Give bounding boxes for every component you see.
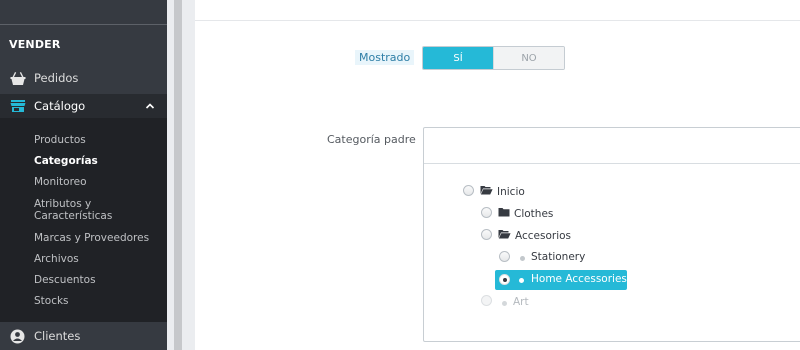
sidebar-item-label: Pedidos [34,71,79,85]
toggle-no-option[interactable]: NO [493,47,564,69]
submenu-item-categorias[interactable]: Categorías [34,155,98,167]
catalog-submenu: Productos Categorías Monitoreo Atributos… [0,118,167,322]
sidebar-item-clientes[interactable]: Clientes [0,324,167,348]
sidebar-item-catalogo[interactable]: Catálogo [0,94,167,118]
tree-node-label: Clothes [514,207,554,220]
tree-toolbar-divider [424,163,800,164]
sidebar-section-title: VENDER [9,38,61,51]
basket-icon [9,70,26,87]
displayed-toggle[interactable]: SÍ NO [422,46,565,70]
chevron-up-icon[interactable] [145,100,155,114]
scrollbar-track[interactable] [174,0,182,350]
parent-category-label: Categoría padre [327,133,416,146]
category-tree [423,127,800,342]
tree-radio-home-accessories[interactable] [499,274,510,285]
panel-top-border [195,20,800,21]
submenu-item-archivos[interactable]: Archivos [34,253,79,265]
sidebar: VENDER Pedidos Catálogo Productos Catego… [0,0,167,350]
submenu-item-descuentos[interactable]: Descuentos [34,274,96,286]
folder-icon [498,207,510,220]
category-form: Mostrado SÍ NO Categoría padre Inicio Cl… [195,0,800,350]
tree-radio-art [481,295,492,306]
displayed-label: Mostrado [355,50,415,65]
sidebar-item-label: Clientes [34,329,81,343]
tree-radio-clothes[interactable] [481,207,492,218]
tree-node-accesorios[interactable]: Accesorios [498,229,571,242]
sidebar-divider [0,24,167,25]
tree-radio-inicio[interactable] [463,185,474,196]
sidebar-item-label: Catálogo [34,99,86,113]
tree-node-stationery[interactable]: Stationery [531,251,585,263]
tree-node-clothes[interactable]: Clothes [498,207,553,220]
tree-node-inicio[interactable]: Inicio [480,185,525,198]
tree-node-label: Home Accessories [531,273,627,285]
leaf-bullet-icon [519,278,524,283]
submenu-item-productos[interactable]: Productos [34,134,86,146]
tree-radio-accesorios[interactable] [481,229,492,240]
folder-open-icon [480,185,493,198]
tree-node-label: Inicio [497,185,525,198]
submenu-item-stocks[interactable]: Stocks [34,295,69,307]
store-icon [9,98,26,115]
folder-open-icon [498,229,511,242]
leaf-bullet-icon [520,256,525,261]
submenu-item-marcas[interactable]: Marcas y Proveedores [34,232,149,244]
tree-radio-stationery[interactable] [499,251,510,262]
tree-node-art: Art [513,296,529,308]
toggle-yes-option[interactable]: SÍ [423,47,493,69]
leaf-bullet-icon [502,301,507,306]
submenu-item-atributos[interactable]: Atributos y Características [34,198,144,222]
user-circle-icon [9,328,26,345]
sidebar-item-pedidos[interactable]: Pedidos [0,66,167,90]
tree-node-label: Accesorios [515,229,572,242]
submenu-item-monitoreo[interactable]: Monitoreo [34,176,87,188]
